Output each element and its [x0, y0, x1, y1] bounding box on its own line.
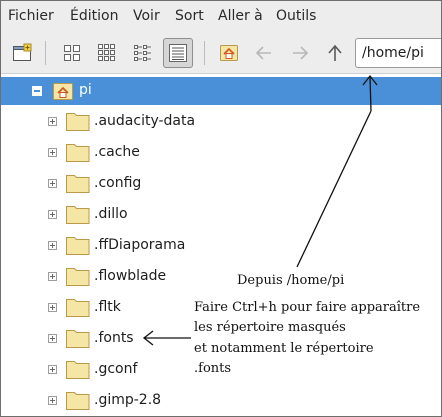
annotation-arrow-to-fonts [142, 330, 191, 346]
annotation-line-4: .fonts [194, 361, 232, 376]
annotation-depuis: Depuis /home/pi [237, 273, 345, 288]
annotation-line-3: et notamment le répertoire [194, 341, 374, 356]
annotation-arrow-to-path [296, 74, 378, 268]
annotation-line-2: les répertoire masqués [194, 320, 346, 335]
annotation-line-1: Faire Ctrl+h pour faire apparaître [194, 300, 421, 315]
file-manager-window: Fichier Édition Voir Sort Aller à Outils [0, 0, 442, 417]
